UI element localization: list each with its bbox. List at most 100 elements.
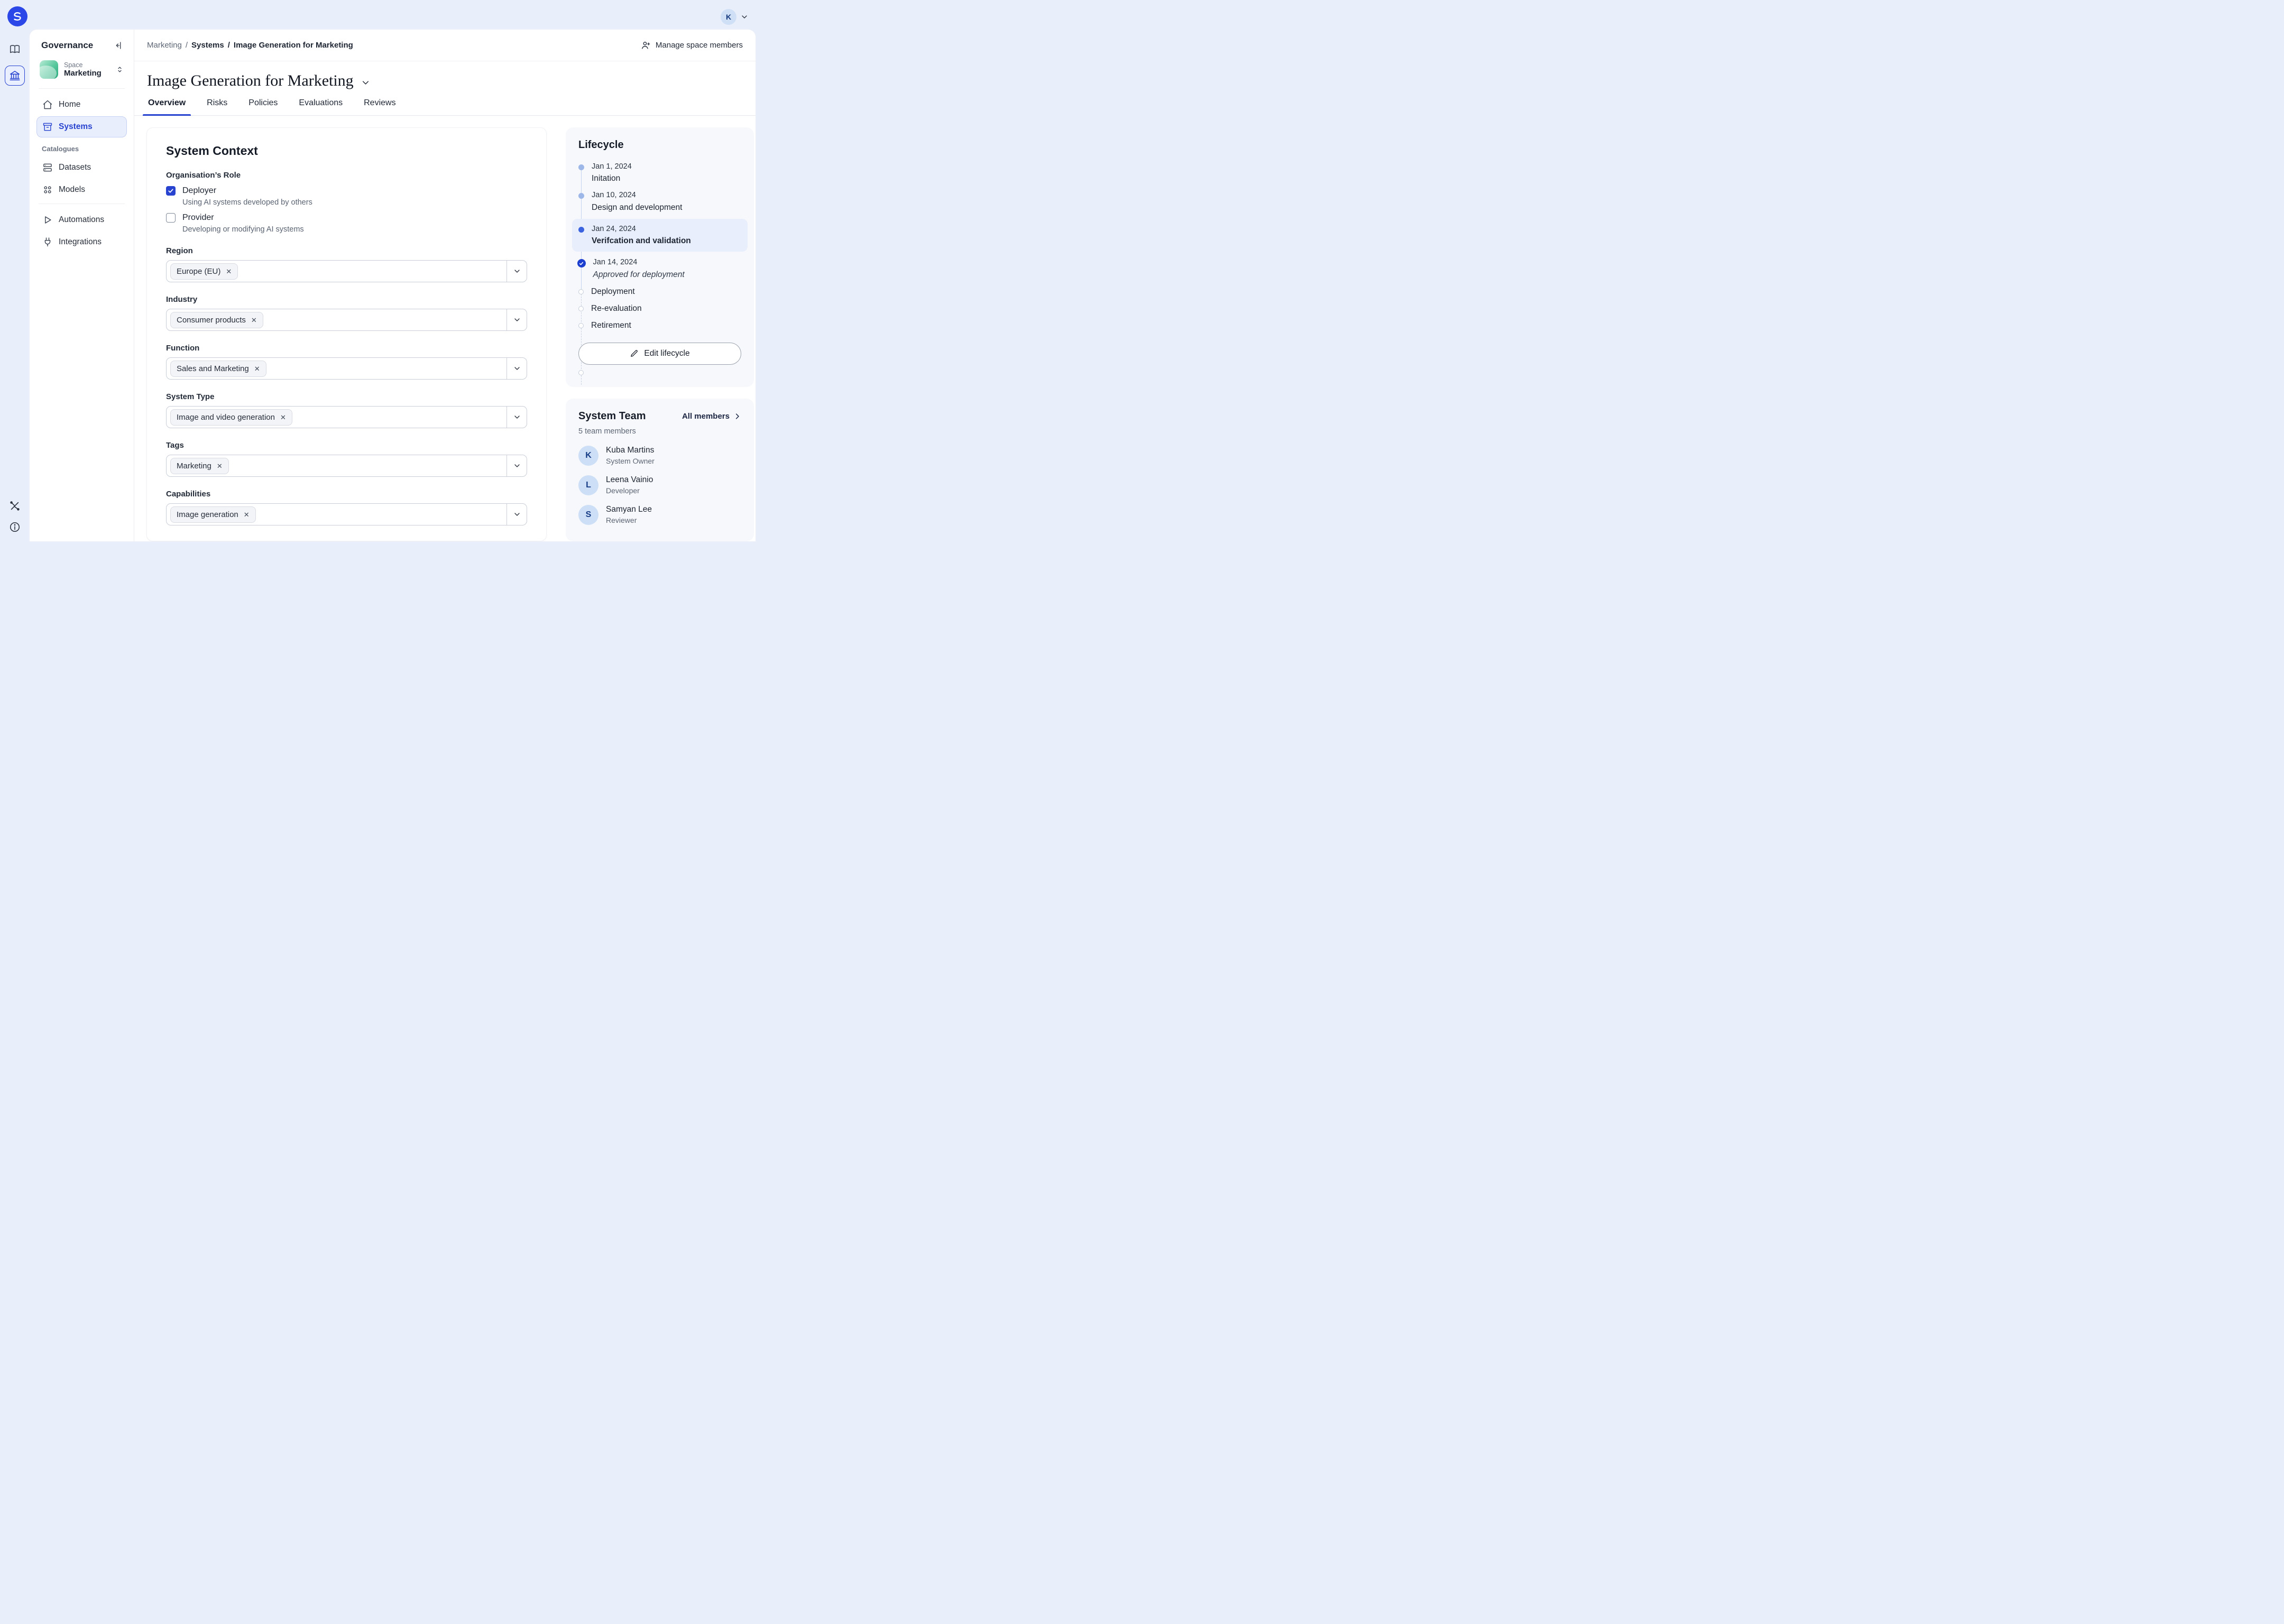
lifecycle-event-design: Jan 10, 2024 Design and development <box>578 187 741 216</box>
system-team-title: System Team <box>578 410 646 422</box>
tags-select[interactable]: Marketing ✕ <box>166 455 527 477</box>
team-member-count: 5 team members <box>578 427 741 436</box>
system-type-select[interactable]: Image and video generation ✕ <box>166 406 527 428</box>
team-member-row[interactable]: L Leena Vainio Developer <box>578 470 741 500</box>
team-member-row[interactable]: K Kuba Martins System Owner <box>578 441 741 470</box>
tab-risks[interactable]: Risks <box>206 98 228 115</box>
remove-tag-icon[interactable]: ✕ <box>226 268 232 275</box>
breadcrumb: Marketing / Systems / Image Generation f… <box>147 41 353 50</box>
sidebar-item-home[interactable]: Home <box>36 94 127 115</box>
breadcrumb-item[interactable]: Marketing <box>147 41 182 50</box>
sidebar-item-label: Home <box>59 100 80 109</box>
tab-policies[interactable]: Policies <box>247 98 279 115</box>
title-chevron-down-icon[interactable] <box>361 78 371 88</box>
remove-tag-icon[interactable]: ✕ <box>251 317 257 324</box>
field-function: Function Sales and Marketing ✕ <box>166 344 527 380</box>
team-member-row[interactable]: S Samyan Lee Reviewer <box>578 500 741 530</box>
event-label: Re-evaluation <box>591 304 642 313</box>
chevron-down-icon[interactable] <box>513 510 521 519</box>
check-icon <box>168 188 174 194</box>
chevron-down-icon[interactable] <box>513 413 521 421</box>
timeline-dot <box>578 323 584 328</box>
user-avatar[interactable]: K <box>721 9 736 25</box>
database-icon <box>42 162 53 173</box>
breadcrumb-separator: / <box>186 41 188 50</box>
rail-governance-button[interactable] <box>5 66 25 86</box>
main-header: Marketing / Systems / Image Generation f… <box>134 30 756 61</box>
edit-lifecycle-button[interactable]: Edit lifecycle <box>578 343 741 365</box>
chevron-down-icon[interactable] <box>513 316 521 324</box>
all-members-link[interactable]: All members <box>682 412 741 421</box>
main-panel: Governance Space Marketing Home <box>30 30 756 541</box>
event-label: Initation <box>592 174 632 183</box>
remove-tag-icon[interactable]: ✕ <box>280 414 286 421</box>
remove-tag-icon[interactable]: ✕ <box>254 365 260 372</box>
deployer-description: Using AI systems developed by others <box>182 198 527 207</box>
function-select[interactable]: Sales and Marketing ✕ <box>166 357 527 380</box>
space-selector[interactable]: Space Marketing <box>36 57 127 85</box>
capabilities-select[interactable]: Image generation ✕ <box>166 503 527 525</box>
field-tags: Tags Marketing ✕ <box>166 441 527 477</box>
event-date: Jan 10, 2024 <box>592 191 682 200</box>
remove-tag-icon[interactable]: ✕ <box>244 511 250 518</box>
sidebar-title: Governance <box>41 40 93 51</box>
member-role: Reviewer <box>606 516 652 524</box>
event-label: Retirement <box>591 321 631 330</box>
lifecycle-card: Lifecycle Jan 1, 2024 Initation <box>566 127 754 387</box>
field-capabilities: Capabilities Image generation ✕ <box>166 490 527 525</box>
all-members-label: All members <box>682 412 730 421</box>
lifecycle-title: Lifecycle <box>578 139 741 151</box>
event-date: Jan 1, 2024 <box>592 162 632 171</box>
timeline-dot <box>578 227 584 233</box>
space-avatar <box>40 60 58 79</box>
timeline-dot <box>578 193 584 199</box>
sidebar-item-datasets[interactable]: Datasets <box>36 157 127 178</box>
sidebar-item-label: Datasets <box>59 163 91 172</box>
rail-library-button[interactable] <box>5 39 25 59</box>
provider-checkbox[interactable] <box>166 213 176 223</box>
sidebar-item-systems[interactable]: Systems <box>36 116 127 137</box>
role-option-deployer[interactable]: Deployer <box>166 186 527 196</box>
event-label: Deployment <box>591 287 635 297</box>
industry-select[interactable]: Consumer products ✕ <box>166 309 527 331</box>
field-label: Capabilities <box>166 490 527 499</box>
sidebar-item-label: Systems <box>59 122 93 132</box>
title-row: Image Generation for Marketing <box>134 61 756 90</box>
info-icon[interactable] <box>9 521 21 533</box>
field-region: Region Europe (EU) ✕ <box>166 246 527 282</box>
manage-space-members-button[interactable]: Manage space members <box>641 40 743 50</box>
deployer-checkbox[interactable] <box>166 186 176 196</box>
sidebar-item-models[interactable]: Models <box>36 179 127 200</box>
tab-reviews[interactable]: Reviews <box>363 98 397 115</box>
lifecycle-event-verification[interactable]: Jan 24, 2024 Verifcation and validation <box>572 219 748 252</box>
breadcrumb-item[interactable]: Systems <box>191 41 224 50</box>
tab-overview[interactable]: Overview <box>147 98 187 115</box>
collapse-sidebar-button[interactable] <box>114 41 123 50</box>
tools-icon[interactable] <box>9 500 21 512</box>
field-label: Function <box>166 344 527 353</box>
tab-evaluations[interactable]: Evaluations <box>298 98 344 115</box>
sidebar-item-label: Integrations <box>59 237 102 247</box>
event-date: Jan 14, 2024 <box>593 258 685 267</box>
provider-description: Developing or modifying AI systems <box>182 225 527 234</box>
sidebar-item-label: Automations <box>59 215 104 225</box>
sidebar-item-integrations[interactable]: Integrations <box>36 232 127 253</box>
role-option-provider[interactable]: Provider <box>166 213 527 223</box>
field-label: System Type <box>166 392 527 401</box>
field-label: Tags <box>166 441 527 450</box>
chevron-down-icon[interactable] <box>513 364 521 373</box>
capabilities-tag: Image generation ✕ <box>170 506 256 523</box>
check-badge-icon <box>577 259 586 267</box>
sidebar-item-automations[interactable]: Automations <box>36 209 127 230</box>
system-team-card: System Team All members 5 team members K… <box>566 399 754 541</box>
logo-s-icon <box>12 11 23 22</box>
region-select[interactable]: Europe (EU) ✕ <box>166 260 527 282</box>
chevron-down-icon[interactable] <box>513 462 521 470</box>
app-logo[interactable] <box>7 6 27 26</box>
pencil-icon <box>630 349 639 358</box>
chevron-down-icon[interactable] <box>513 267 521 275</box>
tag-text: Marketing <box>177 462 211 470</box>
user-menu[interactable]: K <box>721 9 749 25</box>
breadcrumb-item: Image Generation for Marketing <box>234 41 353 50</box>
remove-tag-icon[interactable]: ✕ <box>217 463 223 469</box>
